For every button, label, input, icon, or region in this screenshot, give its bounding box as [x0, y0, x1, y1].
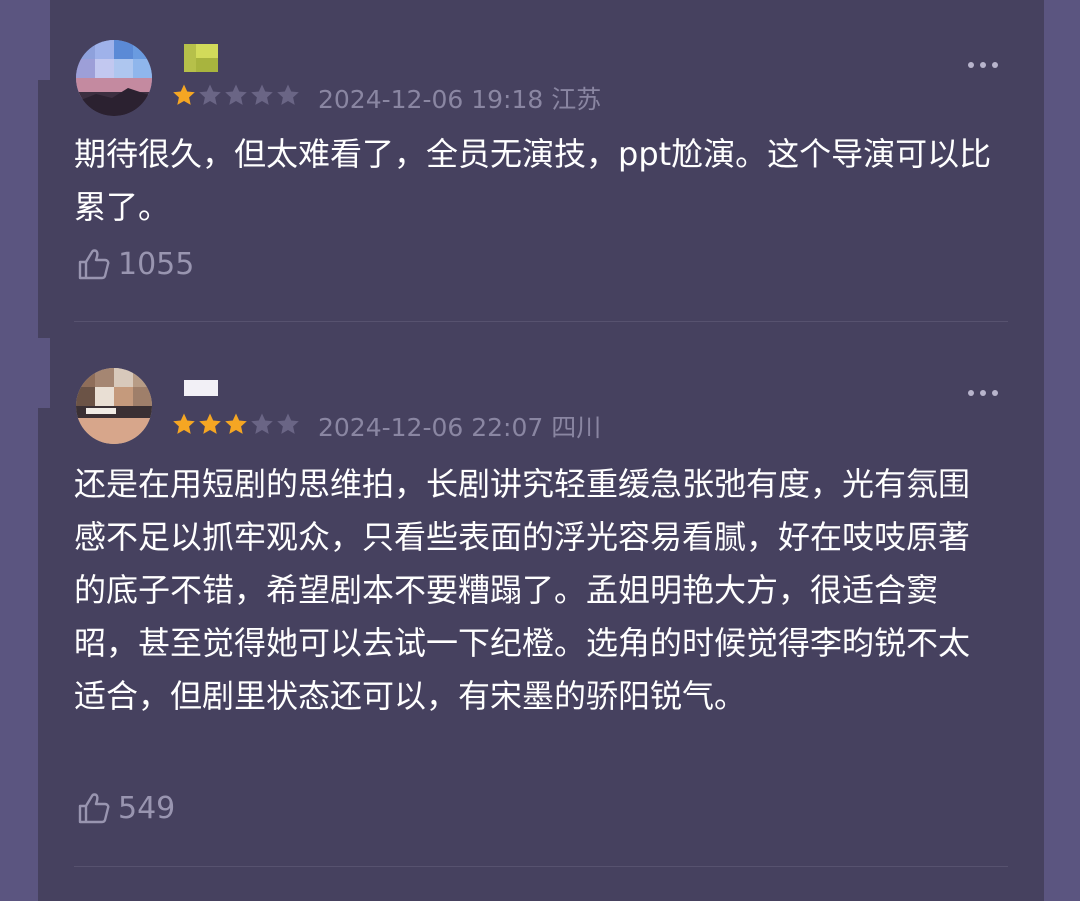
review-text: 期待很久，但太难看了，全员无演技，ppt尬演。这个导演可以比累了。 [74, 135, 992, 226]
username-blur [184, 44, 218, 72]
more-dots-icon[interactable] [968, 390, 998, 396]
review-card: 2024-12-06 22:07 四川 还是在用短剧的思维拍，长剧讲究轻重缓急张… [38, 322, 1044, 867]
star-icon [173, 84, 195, 105]
username-redacted[interactable] [184, 44, 218, 78]
review-list-page: 2024-12-06 19:18 江苏 期待很久，但太难看了，全员无演技，ppt… [0, 0, 1080, 901]
review-divider [74, 866, 1008, 867]
star-icon [251, 413, 273, 434]
review-location: 四川 [551, 413, 602, 442]
rating-stars [172, 412, 300, 436]
username-blur [184, 380, 218, 396]
star-icon [277, 413, 299, 434]
avatar[interactable] [76, 40, 152, 116]
review-datetime: 2024-12-06 19:18 [318, 85, 544, 114]
like-count: 1055 [118, 246, 195, 282]
star-icon [199, 84, 221, 105]
right-background-edge [1044, 0, 1080, 901]
like-count: 549 [118, 790, 176, 826]
review-meta: 2024-12-06 22:07 四川 [318, 408, 601, 444]
left-background-edge [0, 0, 38, 901]
star-icon [199, 413, 221, 434]
username-redacted[interactable] [184, 380, 218, 400]
star-icon [251, 84, 273, 105]
like-button[interactable]: 1055 [76, 246, 194, 282]
more-dots-icon[interactable] [968, 62, 998, 68]
review-meta: 2024-12-06 19:18 江苏 [318, 80, 601, 116]
avatar-image [76, 368, 152, 444]
review-datetime: 2024-12-06 22:07 [318, 413, 544, 442]
star-icon [225, 84, 247, 105]
review-card: 2024-12-06 19:18 江苏 期待很久，但太难看了，全员无演技，ppt… [38, 0, 1044, 322]
avatar-image [76, 40, 152, 116]
avatar[interactable] [76, 368, 152, 444]
rating-stars [172, 83, 300, 107]
thumbs-up-icon [78, 249, 110, 280]
thumbs-up-icon [78, 793, 110, 824]
star-icon [225, 413, 247, 434]
review-text: 还是在用短剧的思维拍，长剧讲究轻重缓急张弛有度，光有氛围感不足以抓牢观众，只看些… [74, 465, 971, 715]
star-icon [173, 413, 195, 434]
star-icon [277, 84, 299, 105]
like-button[interactable]: 549 [76, 790, 175, 826]
review-location: 江苏 [551, 85, 602, 114]
